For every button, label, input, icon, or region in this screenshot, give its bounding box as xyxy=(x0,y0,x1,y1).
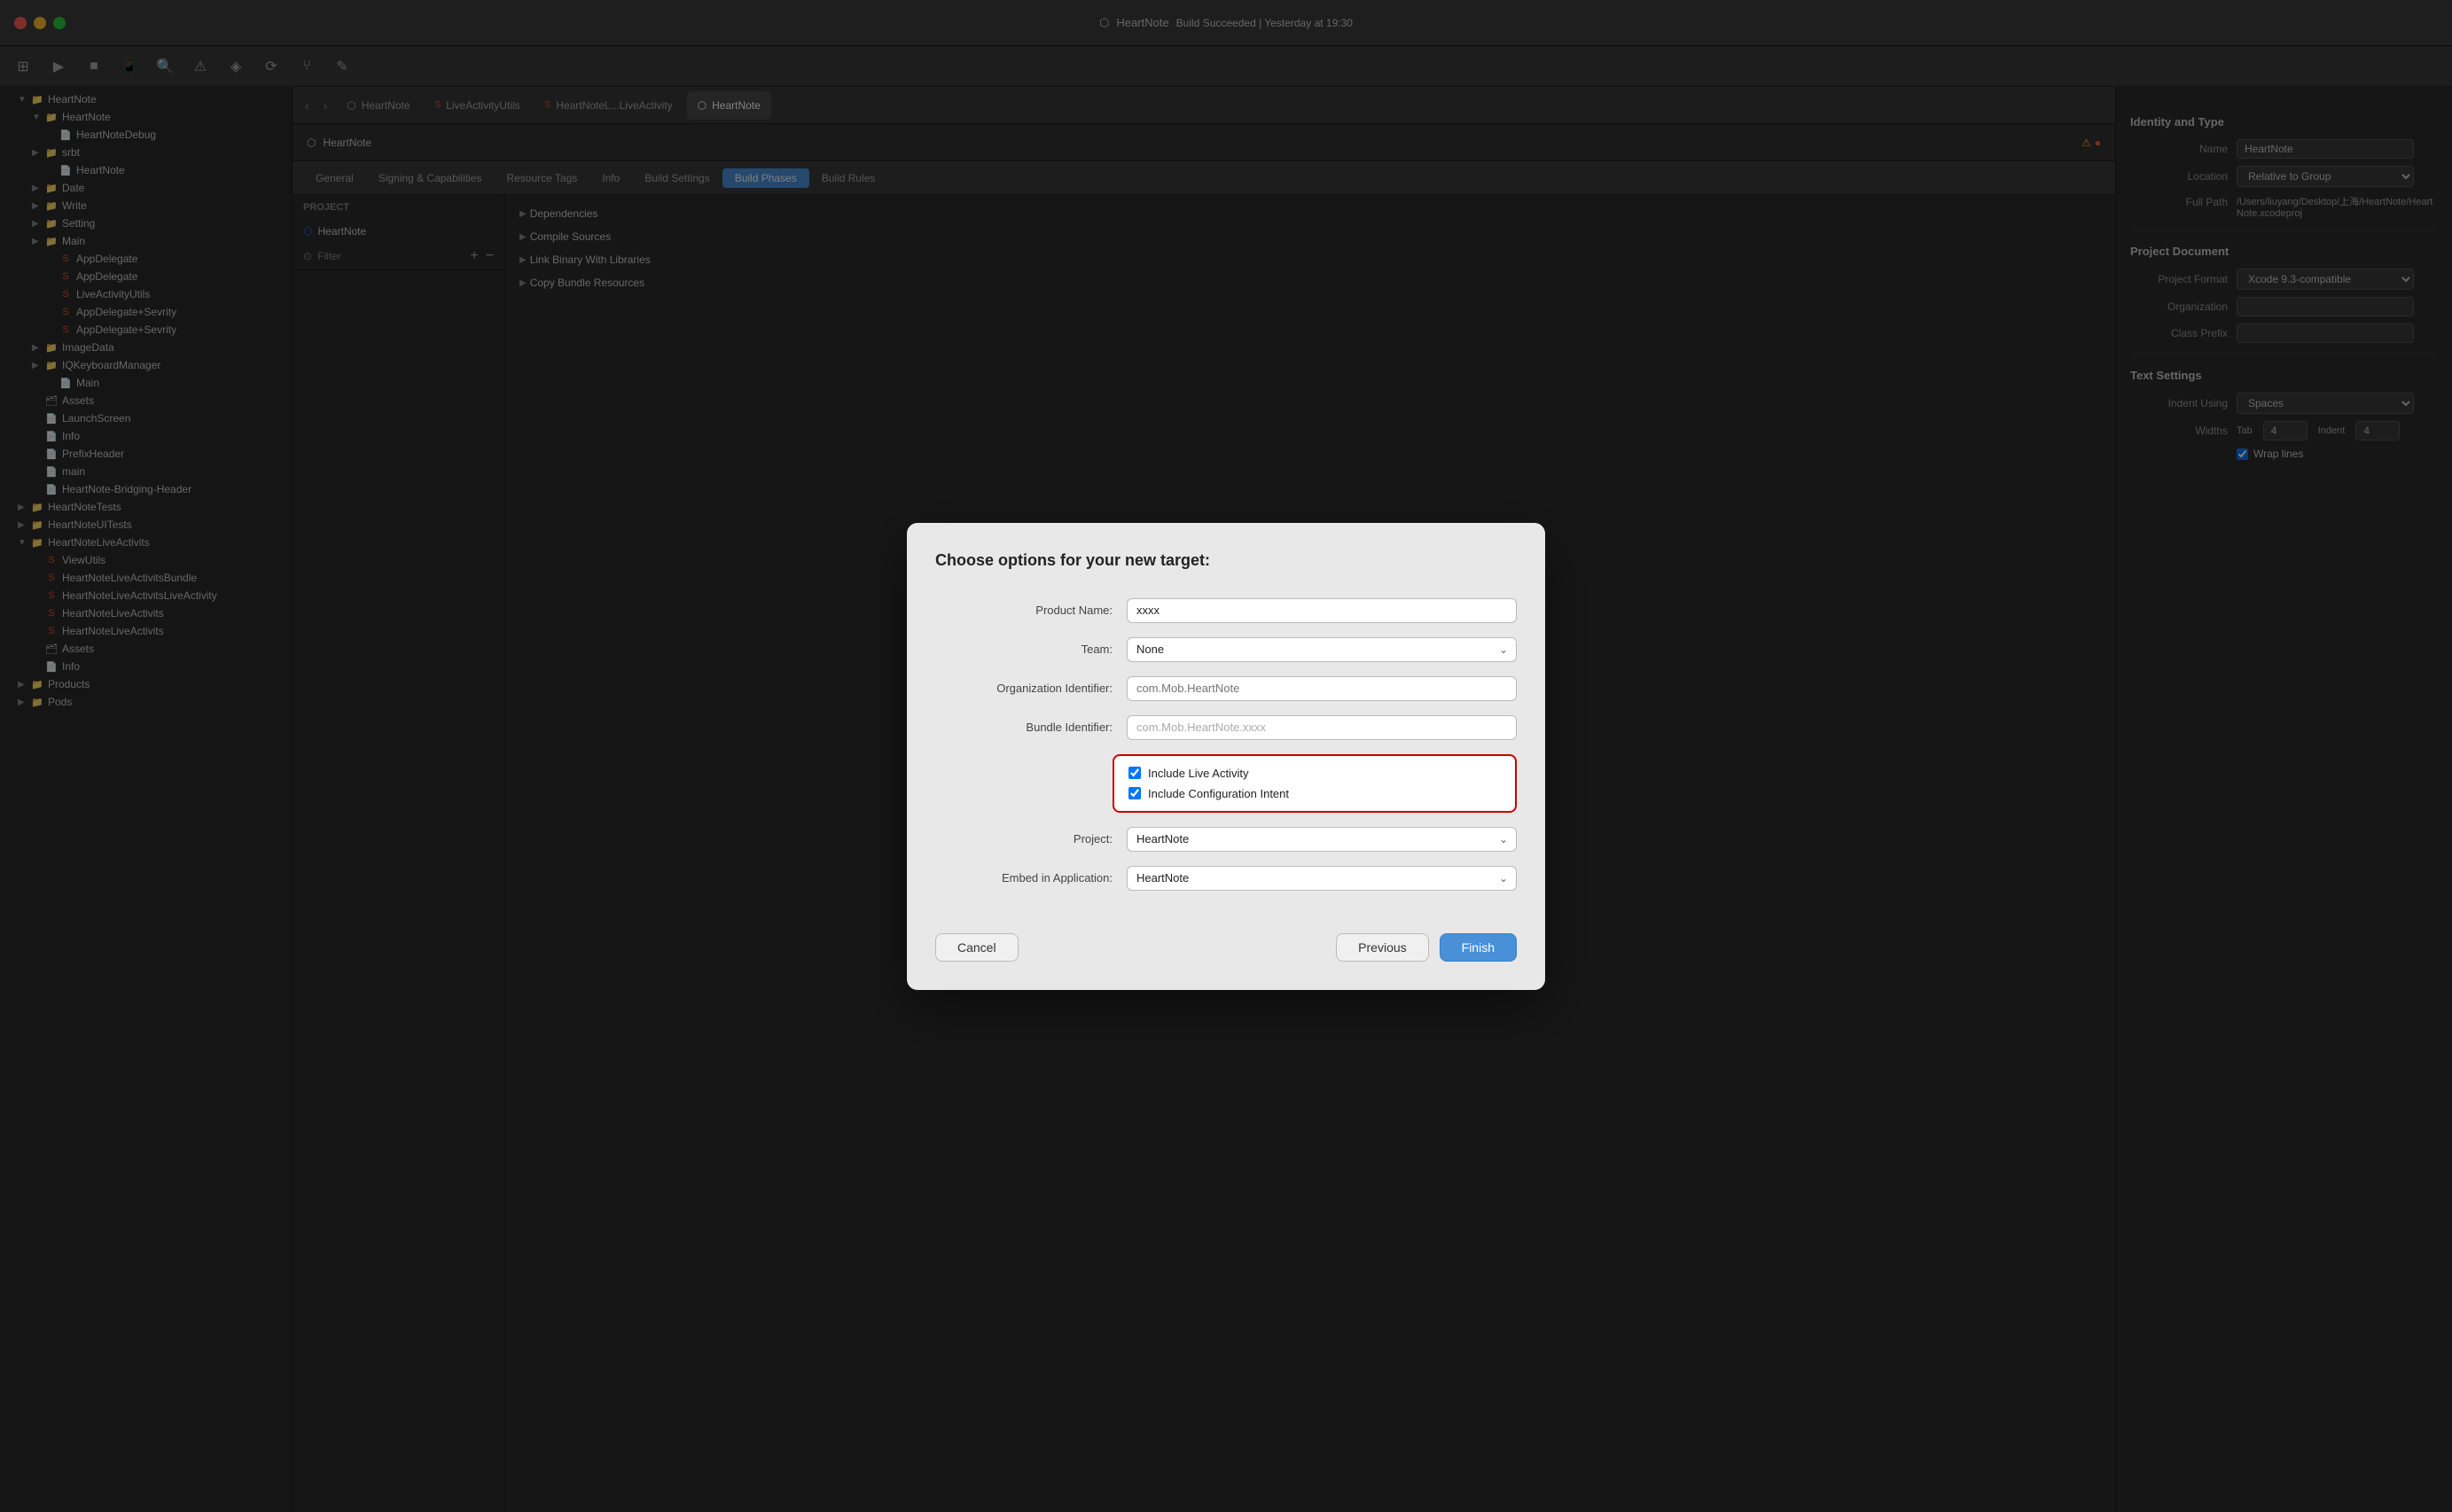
include-config-intent-row: Include Configuration Intent xyxy=(1128,787,1501,800)
finish-button[interactable]: Finish xyxy=(1440,933,1517,962)
cancel-button[interactable]: Cancel xyxy=(935,933,1019,962)
org-identifier-input[interactable] xyxy=(1127,676,1517,701)
project-row: Project: HeartNote xyxy=(935,827,1517,852)
embed-select[interactable]: HeartNote xyxy=(1127,866,1517,891)
modal-btn-group: Previous Finish xyxy=(1336,933,1517,962)
options-checkbox-group: Include Live Activity Include Configurat… xyxy=(1113,754,1517,813)
modal-form: Product Name: Team: None Organization Id… xyxy=(935,598,1517,905)
project-select-wrapper: HeartNote xyxy=(1127,827,1517,852)
include-live-activity-row: Include Live Activity xyxy=(1128,767,1501,780)
modal-title: Choose options for your new target: xyxy=(935,551,1517,570)
org-identifier-row: Organization Identifier: xyxy=(935,676,1517,701)
include-live-activity-label: Include Live Activity xyxy=(1148,767,1248,780)
team-row: Team: None xyxy=(935,637,1517,662)
modal-buttons: Cancel Previous Finish xyxy=(935,933,1517,962)
include-config-intent-label: Include Configuration Intent xyxy=(1148,787,1289,800)
product-name-row: Product Name: xyxy=(935,598,1517,623)
product-name-input[interactable] xyxy=(1127,598,1517,623)
embed-select-wrapper: HeartNote xyxy=(1127,866,1517,891)
embed-label: Embed in Application: xyxy=(935,871,1113,885)
project-select[interactable]: HeartNote xyxy=(1127,827,1517,852)
product-name-label: Product Name: xyxy=(935,604,1113,617)
embed-row: Embed in Application: HeartNote xyxy=(935,866,1517,891)
project-label: Project: xyxy=(935,832,1113,846)
team-select-wrapper: None xyxy=(1127,637,1517,662)
team-label: Team: xyxy=(935,643,1113,656)
bundle-identifier-label: Bundle Identifier: xyxy=(935,721,1113,734)
include-live-activity-checkbox[interactable] xyxy=(1128,767,1141,779)
org-identifier-label: Organization Identifier: xyxy=(935,682,1113,695)
new-target-modal: Choose options for your new target: Prod… xyxy=(907,523,1545,990)
bundle-identifier-input[interactable] xyxy=(1127,715,1517,740)
previous-button[interactable]: Previous xyxy=(1336,933,1428,962)
bundle-identifier-row: Bundle Identifier: xyxy=(935,715,1517,740)
include-config-intent-checkbox[interactable] xyxy=(1128,787,1141,799)
team-select[interactable]: None xyxy=(1127,637,1517,662)
modal-overlay: Choose options for your new target: Prod… xyxy=(0,0,2452,1512)
